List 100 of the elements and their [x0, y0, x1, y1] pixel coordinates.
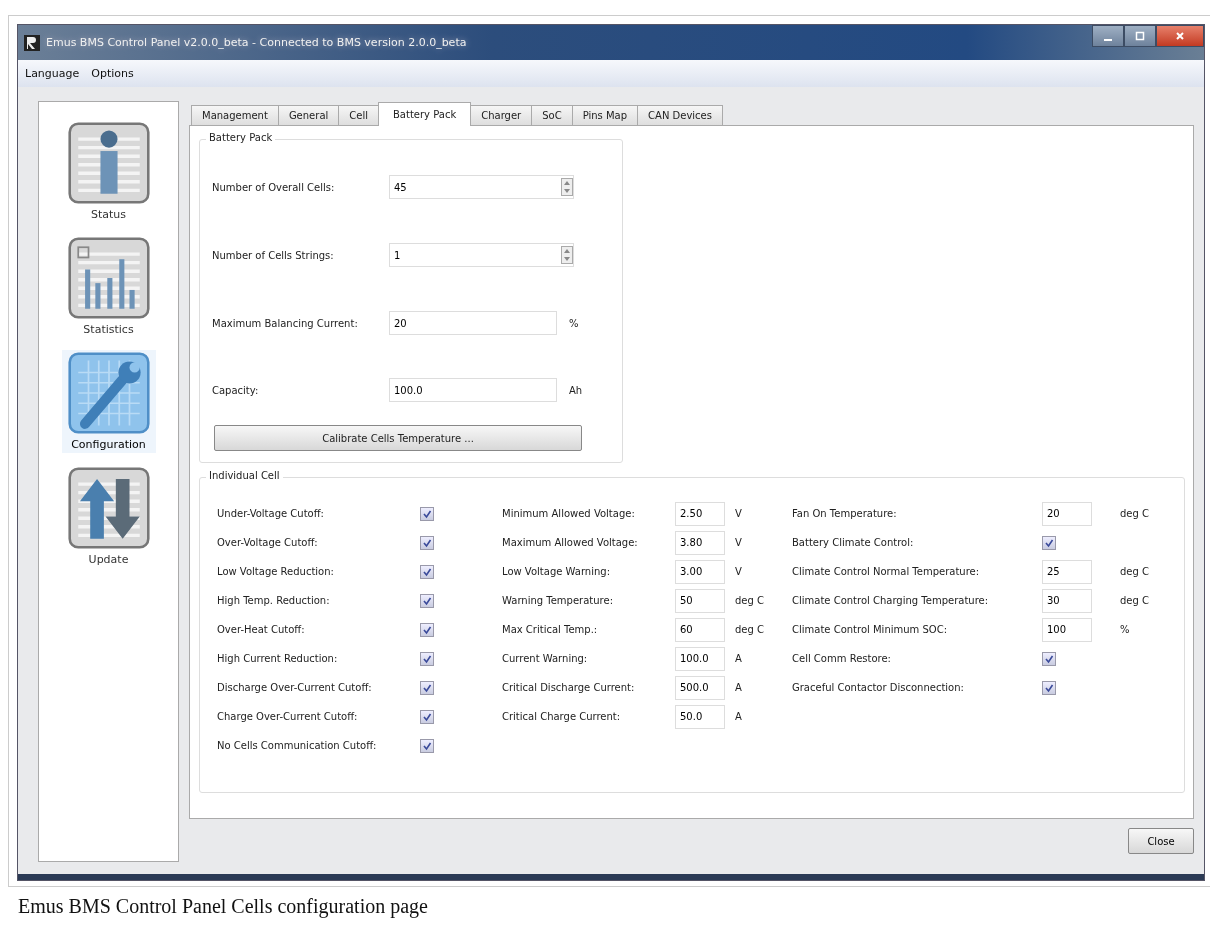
setting-label: Critical Charge Current: [502, 711, 622, 722]
checkbox[interactable] [1042, 680, 1056, 695]
tab[interactable]: Charger [470, 105, 533, 125]
setting-label: Battery Climate Control: [792, 537, 915, 548]
sidebar-item[interactable]: Statistics [61, 235, 156, 338]
unit-label: Ah [569, 384, 583, 396]
input-field[interactable]: 50.0 [675, 704, 725, 729]
setting-label: High Temp. Reduction: [217, 595, 331, 606]
setting-label: No Cells Communication Cutoff: [217, 740, 378, 751]
input-field[interactable]: 50 [675, 588, 725, 613]
field-label: Maximum Balancing Current: [212, 317, 359, 329]
tab[interactable]: CAN Devices [637, 105, 723, 125]
setting-label: Climate Control Normal Temperature: [792, 566, 981, 577]
field-label: Number of Overall Cells: [212, 181, 336, 193]
checkbox[interactable] [420, 622, 434, 637]
checkbox[interactable] [420, 651, 434, 666]
setting-label: Fan On Temperature: [792, 508, 898, 519]
input-field[interactable]: 30 [1042, 588, 1092, 613]
setting-label: Under-Voltage Cutoff: [217, 508, 325, 519]
maximize-icon [1135, 31, 1145, 41]
setting-label: Low Voltage Reduction: [217, 566, 335, 577]
setting-label: Discharge Over-Current Cutoff: [217, 682, 373, 693]
spinner-arrows-icon[interactable] [561, 178, 573, 196]
input-field[interactable]: 25 [1042, 559, 1092, 584]
unit-label: % [1120, 624, 1130, 635]
setting-label: Current Warning: [502, 653, 589, 664]
unit-label: deg C [1120, 566, 1149, 577]
setting-label: Minimum Allowed Voltage: [502, 508, 636, 519]
info-icon [67, 122, 150, 204]
tab[interactable]: Cell [338, 105, 379, 125]
unit-label: V [735, 537, 742, 548]
checkbox[interactable] [1042, 651, 1056, 666]
minimize-icon [1104, 38, 1112, 41]
checkbox[interactable] [420, 564, 434, 579]
input-field[interactable]: 20 [1042, 501, 1092, 526]
input-field[interactable]: 2.50 [675, 501, 725, 526]
setting-label: Max Critical Temp.: [502, 624, 599, 635]
close-icon [1175, 31, 1185, 41]
calibrate-button[interactable]: Calibrate Cells Temperature ... [214, 425, 582, 451]
unit-label: A [735, 682, 742, 693]
app-logo-icon [24, 34, 40, 51]
spinner-arrows-icon[interactable] [561, 246, 573, 264]
setting-label: High Current Reduction: [217, 653, 339, 664]
setting-label: Charge Over-Current Cutoff: [217, 711, 359, 722]
unit-label: deg C [735, 595, 764, 606]
tab[interactable]: SoC [531, 105, 573, 125]
setting-label: Over-Heat Cutoff: [217, 624, 306, 635]
input-field[interactable]: 20 [389, 311, 557, 335]
spin-field[interactable]: 45 [389, 175, 574, 199]
unit-label: % [569, 317, 579, 329]
close-button[interactable]: Close [1128, 828, 1194, 854]
unit-label: A [735, 711, 742, 722]
setting-label: Maximum Allowed Voltage: [502, 537, 639, 548]
maximize-button[interactable] [1124, 25, 1156, 47]
checkbox[interactable] [420, 535, 434, 550]
close-button[interactable] [1156, 25, 1204, 47]
input-field[interactable]: 100.0 [675, 646, 725, 671]
unit-label: deg C [735, 624, 764, 635]
tab[interactable]: Pins Map [571, 105, 639, 125]
menu-item[interactable]: Options [91, 67, 134, 80]
arrows-icon [67, 467, 150, 549]
unit-label: deg C [1120, 595, 1149, 606]
setting-label: Climate Control Charging Temperature: [792, 595, 990, 606]
group-title: Individual Cell [206, 470, 283, 481]
checkbox[interactable] [420, 680, 434, 695]
input-field[interactable]: 3.80 [675, 530, 725, 555]
setting-label: Graceful Contactor Disconnection: [792, 682, 965, 693]
input-field[interactable]: 500.0 [675, 675, 725, 700]
input-field[interactable]: 100 [1042, 617, 1092, 642]
setting-label: Over-Voltage Cutoff: [217, 537, 319, 548]
setting-label: Warning Temperature: [502, 595, 614, 606]
sidebar-item[interactable]: Update [61, 465, 156, 568]
setting-label: Cell Comm Restore: [792, 653, 892, 664]
unit-label: A [735, 653, 742, 664]
spin-field[interactable]: 1 [389, 243, 574, 267]
setting-label: Critical Discharge Current: [502, 682, 636, 693]
input-field[interactable]: 3.00 [675, 559, 725, 584]
bar-chart-icon [67, 237, 150, 319]
minimize-button[interactable] [1092, 25, 1124, 47]
window-title: Emus BMS Control Panel v2.0.0_beta - Connected to BMS version 2.0.0_beta [46, 36, 467, 49]
unit-label: V [735, 508, 742, 519]
menu-item[interactable]: Language [25, 67, 80, 80]
checkbox[interactable] [420, 506, 434, 521]
tab[interactable]: Battery Pack [378, 102, 472, 126]
wrench-icon [67, 352, 150, 434]
setting-label: Climate Control Minimum SOC: [792, 624, 949, 635]
input-field[interactable]: 60 [675, 617, 725, 642]
unit-label: deg C [1120, 508, 1149, 519]
tab[interactable]: Management [191, 105, 279, 125]
field-label: Capacity: [212, 384, 260, 396]
setting-label: Low Voltage Warning: [502, 566, 612, 577]
tab[interactable]: General [277, 105, 340, 125]
checkbox[interactable] [420, 709, 434, 724]
checkbox[interactable] [420, 738, 434, 753]
checkbox[interactable] [420, 593, 434, 608]
sidebar-item[interactable]: Configuration [61, 350, 156, 453]
checkbox[interactable] [1042, 535, 1056, 550]
sidebar-item[interactable]: Status [61, 120, 156, 223]
input-field[interactable]: 100.0 [389, 378, 557, 402]
field-label: Number of Cells Strings: [212, 249, 335, 261]
